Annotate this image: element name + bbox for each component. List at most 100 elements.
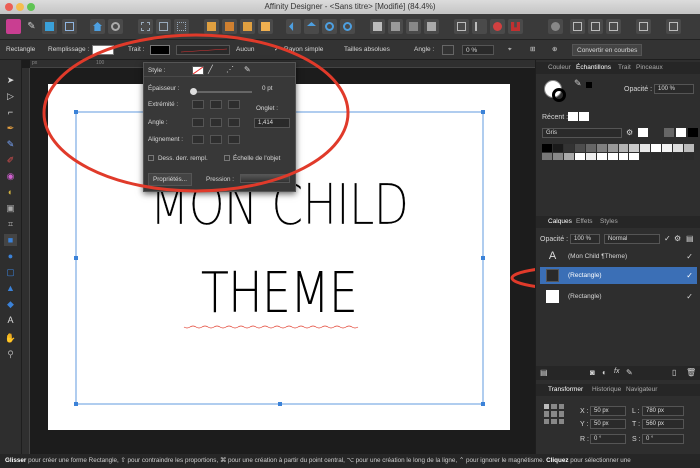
- boolean-subtract-icon[interactable]: [388, 19, 403, 34]
- arrange-forward-icon[interactable]: [240, 19, 255, 34]
- anchor-point-grid[interactable]: [544, 404, 564, 424]
- stroke-color-well[interactable]: [552, 88, 566, 102]
- swatch[interactable]: [552, 144, 563, 152]
- swatch[interactable]: [629, 144, 640, 152]
- layer-visible-check[interactable]: ✓: [686, 248, 693, 265]
- pixel-persona-icon[interactable]: ✎: [24, 19, 39, 34]
- palette-dropdown[interactable]: Gris: [542, 128, 622, 138]
- swatch[interactable]: [542, 144, 552, 152]
- swatch[interactable]: [629, 152, 640, 160]
- s-field[interactable]: 0 °: [642, 434, 684, 444]
- transparency-tool-icon[interactable]: ◐: [4, 186, 17, 198]
- style-dashed-icon[interactable]: ⋰: [226, 65, 234, 74]
- rectangle-tool-icon[interactable]: ■: [4, 234, 17, 246]
- pressure-curve[interactable]: [240, 174, 290, 183]
- triangle-tool-icon[interactable]: ▲: [4, 282, 17, 294]
- tab-trait[interactable]: Trait: [618, 62, 631, 74]
- assistant-icon[interactable]: [548, 19, 563, 34]
- fx-icon[interactable]: fx: [614, 368, 619, 375]
- canvas-text-line-2[interactable]: THEME: [90, 264, 469, 324]
- layer-row[interactable]: (Rectangle) ✓: [540, 288, 697, 305]
- boolean-add-icon[interactable]: [370, 19, 385, 34]
- none-swatch[interactable]: [638, 128, 648, 137]
- layer-visible-check[interactable]: ✓: [686, 288, 693, 305]
- tab-navigateur[interactable]: Navigateur: [626, 384, 657, 396]
- swatch-white[interactable]: [676, 128, 686, 137]
- swatch-grey[interactable]: [664, 128, 674, 137]
- tab-historique[interactable]: Historique: [592, 384, 621, 396]
- tab-styles[interactable]: Styles: [600, 216, 618, 228]
- text-tool-icon[interactable]: A: [4, 314, 17, 326]
- close-window-button[interactable]: [5, 3, 13, 11]
- join-bevel-icon[interactable]: [228, 118, 240, 127]
- transform-origin-icon[interactable]: ⌖: [508, 40, 512, 60]
- blend-mode-dropdown[interactable]: Normal: [604, 234, 660, 244]
- vertical-ruler[interactable]: [22, 68, 30, 454]
- move-tool-icon[interactable]: ➤: [4, 74, 17, 86]
- swatch[interactable]: [673, 152, 684, 160]
- swatch[interactable]: [542, 152, 552, 160]
- preview-icon[interactable]: [588, 19, 603, 34]
- fill-tool-icon[interactable]: ◉: [4, 170, 17, 182]
- stroke-swatch[interactable]: [150, 45, 170, 55]
- scale-object-checkbox[interactable]: [224, 155, 230, 161]
- style-brush-icon[interactable]: ✎: [244, 65, 251, 74]
- join-round-icon[interactable]: [210, 118, 222, 127]
- delete-layer-icon[interactable]: 🗑: [686, 368, 696, 377]
- adjustment-icon[interactable]: ◐: [602, 368, 607, 377]
- pivot-icon[interactable]: ⊕: [552, 40, 557, 60]
- swatch[interactable]: [552, 152, 563, 160]
- brush-tool-icon[interactable]: ✐: [4, 154, 17, 166]
- export-persona-icon[interactable]: [42, 19, 57, 34]
- zoom-tool-icon[interactable]: ⚲: [4, 348, 17, 360]
- swatch[interactable]: [673, 144, 684, 152]
- grid-icon[interactable]: [156, 19, 171, 34]
- miter-field[interactable]: 1,414: [254, 118, 290, 128]
- magnet-icon[interactable]: [508, 19, 523, 34]
- tab-transformer[interactable]: Transformer: [548, 384, 583, 396]
- swatch[interactable]: [618, 152, 629, 160]
- swatch[interactable]: [684, 152, 694, 160]
- swatch[interactable]: [596, 152, 607, 160]
- swatch[interactable]: [574, 144, 585, 152]
- swatch[interactable]: [662, 144, 673, 152]
- add-layer-icon[interactable]: ▯: [672, 368, 676, 377]
- cap-butt-icon[interactable]: [192, 100, 204, 109]
- angle-field[interactable]: 0 %: [462, 45, 494, 55]
- rotate-left-icon[interactable]: [322, 19, 337, 34]
- convert-to-curves-button[interactable]: Convertir en courbes: [572, 44, 643, 56]
- swatch[interactable]: [651, 152, 662, 160]
- view-mode-icon[interactable]: [570, 19, 585, 34]
- flip-vertical-icon[interactable]: [304, 19, 319, 34]
- zoom-window-button[interactable]: [27, 3, 35, 11]
- swatch[interactable]: [662, 152, 673, 160]
- eyedropper-icon[interactable]: ✎: [574, 78, 582, 89]
- mask-icon[interactable]: ◙: [590, 368, 595, 377]
- align-icon[interactable]: [472, 19, 487, 34]
- corner-type-dropdown[interactable]: [442, 45, 454, 55]
- rotate-right-icon[interactable]: [340, 19, 355, 34]
- opacity-field[interactable]: 100 %: [654, 84, 694, 94]
- crop-tool-icon[interactable]: ⌗: [4, 218, 17, 230]
- swatch[interactable]: [563, 144, 574, 152]
- guides-icon[interactable]: [174, 19, 189, 34]
- studio-icon[interactable]: [666, 19, 681, 34]
- layer-stack-icon[interactable]: ▤: [540, 368, 548, 377]
- tab-effets[interactable]: Effets: [576, 216, 593, 228]
- lock-icon[interactable]: ▤: [686, 234, 694, 243]
- style-solid-icon[interactable]: ╱: [208, 65, 213, 74]
- swatch[interactable]: [607, 144, 618, 152]
- w-field[interactable]: 780 px: [642, 406, 684, 416]
- layer-visible-check[interactable]: ✓: [686, 267, 693, 284]
- boolean-intersect-icon[interactable]: [406, 19, 421, 34]
- thickness-value[interactable]: 0 pt: [262, 85, 273, 92]
- arrange-front-icon[interactable]: [258, 19, 273, 34]
- layer-opacity-field[interactable]: 100 %: [570, 234, 600, 244]
- visibility-check[interactable]: ✓: [664, 234, 671, 243]
- boolean-xor-icon[interactable]: [424, 19, 439, 34]
- settings-icon[interactable]: [108, 19, 123, 34]
- absolute-sizes-label[interactable]: Tailles absolues: [344, 40, 390, 60]
- swatch[interactable]: [684, 144, 694, 152]
- align-center-icon[interactable]: ⊞: [530, 40, 535, 60]
- tab-couleur[interactable]: Couleur: [548, 62, 571, 74]
